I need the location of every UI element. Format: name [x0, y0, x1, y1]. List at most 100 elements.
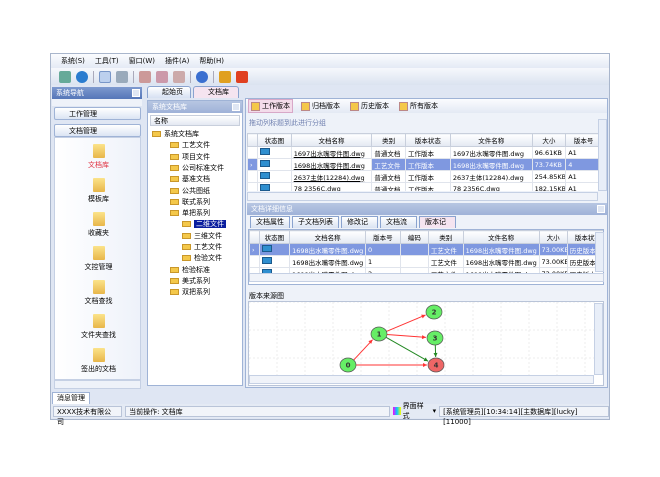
detail-tab[interactable]: 修改记录	[341, 216, 378, 237]
menu-item[interactable]: 工具(T)	[95, 56, 119, 66]
column-header[interactable]: 大小	[538, 230, 568, 244]
tab-doclib[interactable]: 文档库	[193, 86, 239, 98]
tree-item[interactable]: 工艺文件	[182, 242, 222, 253]
tree-item[interactable]: 项目文件	[170, 152, 210, 163]
tree-item[interactable]: 联式系列	[170, 197, 210, 208]
menu-item[interactable]: 窗口(W)	[129, 56, 155, 66]
nav-item[interactable]: 文档查找	[55, 280, 142, 306]
detail-tab[interactable]: 文档流程	[380, 216, 417, 237]
column-header[interactable]: 文件名称	[462, 230, 540, 244]
nav-item[interactable]: 模板库	[55, 178, 142, 204]
graph-vscroll[interactable]	[594, 303, 603, 375]
column-header[interactable]: 类别	[371, 133, 406, 147]
graph-edge	[386, 334, 427, 338]
tree-item[interactable]: 系统文档库	[152, 129, 199, 140]
table-row[interactable]: › 1698出水嘴零件图.dwg 0 工艺文件 1698出水嘴零件图.dwg 73.00K…	[249, 243, 603, 256]
cell-text: A1	[568, 184, 577, 192]
version-vscroll[interactable]	[595, 232, 604, 272]
column-header[interactable]: 版本号	[565, 133, 598, 147]
nav-item[interactable]: 文档库	[55, 144, 142, 170]
tab-start[interactable]: 起始页	[147, 86, 191, 98]
graph-node[interactable]: 1	[370, 326, 388, 342]
doc-add-icon[interactable]	[139, 70, 151, 83]
nav-scroll-down[interactable]	[54, 380, 141, 389]
column-header[interactable]: 文档名称	[289, 230, 367, 244]
tree-item[interactable]: 工艺文件	[170, 140, 210, 151]
table-row[interactable]: 2637主体(12284).dwg 普通文档 工作版本 2637主体(12284).d…	[247, 170, 598, 183]
version-button[interactable]: 历史版本	[348, 100, 391, 112]
menu-item[interactable]: 帮助(H)	[199, 56, 224, 66]
doc-edit-icon[interactable]	[156, 70, 168, 83]
pin-icon[interactable]	[597, 205, 605, 213]
version-button[interactable]: 工作版本	[248, 99, 293, 113]
grid-icon[interactable]	[116, 70, 128, 83]
version-hscroll[interactable]	[249, 273, 604, 282]
table-cell: 1698出水嘴零件图.dwg	[462, 243, 540, 256]
pin-icon[interactable]	[232, 103, 240, 111]
help-icon[interactable]	[196, 70, 208, 83]
nav-item[interactable]: 文件夹查找	[55, 314, 142, 340]
tree-item[interactable]: 三维文件	[182, 231, 222, 242]
style-menu[interactable]: 界面样式 ▾	[392, 401, 436, 421]
column-header[interactable]: 大小	[531, 133, 567, 147]
row-indicator	[247, 170, 259, 183]
table-row[interactable]: 78 2356C.dwg 普通文档 工作版本 78 2356C.dwg 182.15KB…	[247, 182, 598, 192]
cell-text: 2637主体(12284).dwg	[293, 173, 365, 182]
tree-item[interactable]: 检验文件	[182, 253, 222, 264]
tree-item[interactable]: 单把系列	[170, 208, 210, 219]
version-button[interactable]: 所有版本	[397, 100, 440, 112]
globe-icon[interactable]	[76, 70, 88, 83]
menu-item[interactable]: 插件(A)	[165, 56, 189, 66]
graph-node[interactable]: 3	[426, 330, 444, 346]
connect-icon[interactable]	[59, 70, 71, 83]
column-header[interactable]: 文件名称	[449, 133, 533, 147]
window-icon[interactable]	[99, 70, 111, 83]
tree-item-label: 系统文档库	[164, 130, 199, 138]
column-header[interactable]: 版本状态	[404, 133, 451, 147]
version-button-label: 归档版本	[312, 102, 340, 110]
table-cell	[257, 146, 292, 159]
detail-tab[interactable]: 版本记录	[419, 216, 456, 237]
graph-node[interactable]: 4	[427, 357, 445, 373]
tree-item[interactable]: 双把系列	[170, 287, 210, 298]
lock-icon[interactable]	[219, 70, 231, 83]
docs-vscroll[interactable]	[598, 119, 607, 191]
folder-icon	[92, 348, 105, 362]
nav-item[interactable]: 签出的文档	[55, 348, 142, 374]
detail-tab[interactable]: 子文档列表	[292, 216, 339, 228]
column-header[interactable]: 版本号	[365, 230, 401, 244]
folder-icon	[92, 280, 105, 294]
detail-tab[interactable]: 文档属性	[250, 216, 290, 228]
tree-item[interactable]: 二维文件	[182, 219, 226, 230]
tree-item[interactable]: 公司标准文件	[170, 163, 224, 174]
graph-node[interactable]: 0	[339, 357, 357, 373]
cell-text: 1697出水嘴零件图.dwg	[293, 149, 365, 158]
column-header[interactable]: 文档名称	[290, 133, 373, 147]
nav-group-work[interactable]: 工作管理	[54, 107, 141, 120]
column-header[interactable]: 编码	[399, 230, 429, 244]
tab-messages[interactable]: 消息管理	[52, 392, 90, 404]
pin-icon[interactable]	[132, 89, 140, 97]
tree-item[interactable]: 公共图纸	[170, 186, 210, 197]
column-header[interactable]: 状态图	[258, 230, 291, 244]
doc-delete-icon[interactable]	[173, 70, 185, 83]
tree-item-label: 检验文件	[194, 254, 222, 263]
column-header[interactable]: 类别	[427, 230, 464, 244]
table-row[interactable]: 1697出水嘴零件图.dwg 普通文档 工作版本 1697出水嘴零件图.dwg 96.6…	[247, 146, 598, 159]
nav-item[interactable]: 文控管理	[55, 246, 142, 272]
table-row[interactable]: 1698出水嘴零件图.dwg 1 工艺文件 1698出水嘴零件图.dwg 73.00KB…	[249, 255, 603, 268]
graph-node[interactable]: 2	[425, 304, 443, 320]
nav-group-docs[interactable]: 文档管理	[54, 124, 141, 137]
nav-item[interactable]: 收藏夹	[55, 212, 142, 238]
power-icon[interactable]	[236, 70, 248, 83]
version-button[interactable]: 归档版本	[299, 100, 342, 112]
nav-scroll-up[interactable]	[52, 99, 142, 106]
tree-item[interactable]: 基准文档	[170, 174, 210, 185]
docs-hscroll[interactable]	[247, 192, 598, 201]
graph-hscroll[interactable]	[249, 375, 594, 384]
table-row[interactable]: › 1698出水嘴零件图.dwg 工艺文件 工作版本 1698出水嘴零件图.dwg 73.…	[247, 158, 598, 171]
column-header[interactable]: 状态图	[257, 133, 292, 147]
menu-item[interactable]: 系统(S)	[61, 56, 85, 66]
tree-item[interactable]: 检验标准	[170, 265, 210, 276]
tree-item[interactable]: 美式系列	[170, 276, 210, 287]
